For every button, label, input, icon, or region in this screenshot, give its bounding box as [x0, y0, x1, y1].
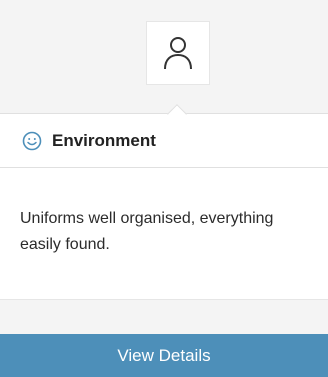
- category-label: Environment: [52, 130, 156, 150]
- feedback-card: Environment Uniforms well organised, eve…: [0, 0, 328, 377]
- category-header: Environment: [0, 113, 328, 168]
- footer-spacer: [0, 299, 328, 334]
- avatar: [146, 21, 210, 85]
- user-icon: [164, 37, 192, 70]
- comment-text: Uniforms well organised, everything easi…: [20, 210, 274, 253]
- smiley-icon: [22, 131, 42, 150]
- avatar-area: [0, 0, 328, 113]
- comment-section: Uniforms well organised, everything easi…: [0, 168, 328, 299]
- view-details-button[interactable]: View Details: [0, 334, 328, 377]
